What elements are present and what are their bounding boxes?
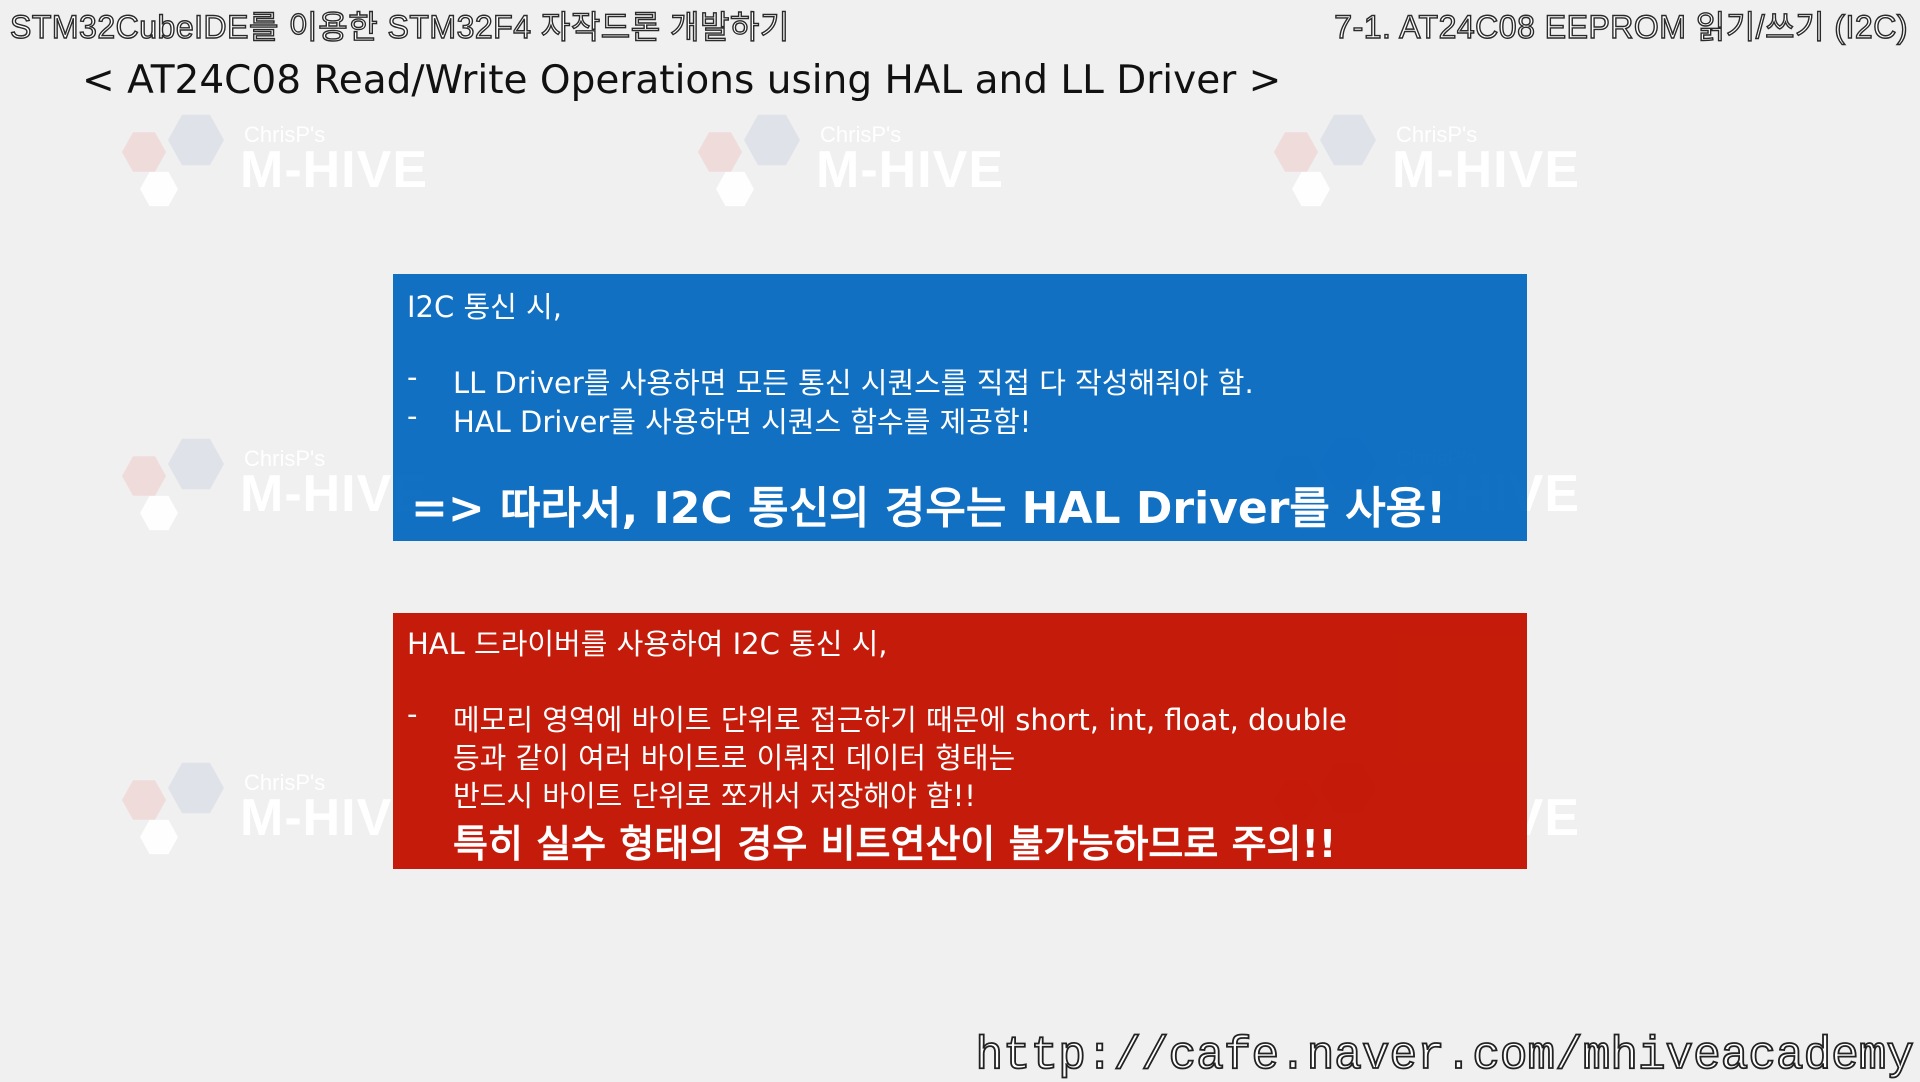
hal-byte-access-warning-box: HAL 드라이버를 사용하여 I2C 통신 시, - 메모리 영역에 바이트 단… — [393, 613, 1527, 869]
course-title: STM32CubeIDE를 이용한 STM32F4 자작드론 개발하기 — [9, 8, 790, 45]
watermark-small-text: ChrisP's — [820, 122, 902, 147]
red-box-warning: 특히 실수 형태의 경우 비트연산이 불가능하므로 주의!! — [453, 822, 1337, 866]
lesson-title: 7-1. AT24C08 EEPROM 읽기/쓰기 (I2C) — [1334, 8, 1909, 45]
bullet-hal-driver: HAL Driver를 사용하면 시퀀스 함수를 제공함! — [453, 405, 1032, 439]
watermark-small-text: ChrisP's — [244, 446, 326, 471]
bullet-line-3: 반드시 바이트 단위로 쪼개서 저장해야 함!! — [453, 779, 976, 813]
bullet-dash: - — [407, 399, 418, 433]
watermark-small-text: ChrisP's — [244, 770, 326, 795]
hal-vs-ll-info-box: I2C 통신 시, - LL Driver를 사용하면 모든 통신 시퀀스를 직… — [393, 274, 1527, 541]
watermark-logo: ChrisP's M-HIVE — [100, 112, 440, 222]
watermark-big-text: M-HIVE — [816, 141, 1004, 199]
watermark-big-text: M-HIVE — [1392, 141, 1580, 199]
watermark-small-text: ChrisP's — [1396, 122, 1478, 147]
watermark-big-text: M-HIVE — [240, 141, 428, 199]
watermark-logo: ChrisP's M-HIVE — [100, 760, 440, 870]
blue-box-conclusion: => 따라서, I2C 통신의 경우는 HAL Driver를 사용! — [411, 483, 1447, 534]
blue-box-heading: I2C 통신 시, — [407, 290, 562, 324]
watermark-logo: ChrisP's M-HIVE — [1252, 112, 1592, 222]
watermark-small-text: ChrisP's — [244, 122, 326, 147]
bullet-line-2: 등과 같이 여러 바이트로 이뤄진 데이터 형태는 — [453, 741, 1016, 775]
watermark-logo: ChrisP's M-HIVE — [100, 436, 440, 546]
red-box-heading: HAL 드라이버를 사용하여 I2C 통신 시, — [407, 627, 888, 661]
bullet-dash: - — [407, 360, 418, 394]
cafe-url: http://cafe.naver.com/mhiveacademy — [975, 1029, 1915, 1082]
slide-subtitle: < AT24C08 Read/Write Operations using HA… — [82, 58, 1282, 103]
bullet-ll-driver: LL Driver를 사용하면 모든 통신 시퀀스를 직접 다 작성해줘야 함. — [453, 366, 1254, 400]
watermark-logo: ChrisP's M-HIVE — [676, 112, 1016, 222]
bullet-dash: - — [407, 697, 418, 731]
bullet-line-1: 메모리 영역에 바이트 단위로 접근하기 때문에 short, int, flo… — [453, 703, 1347, 737]
